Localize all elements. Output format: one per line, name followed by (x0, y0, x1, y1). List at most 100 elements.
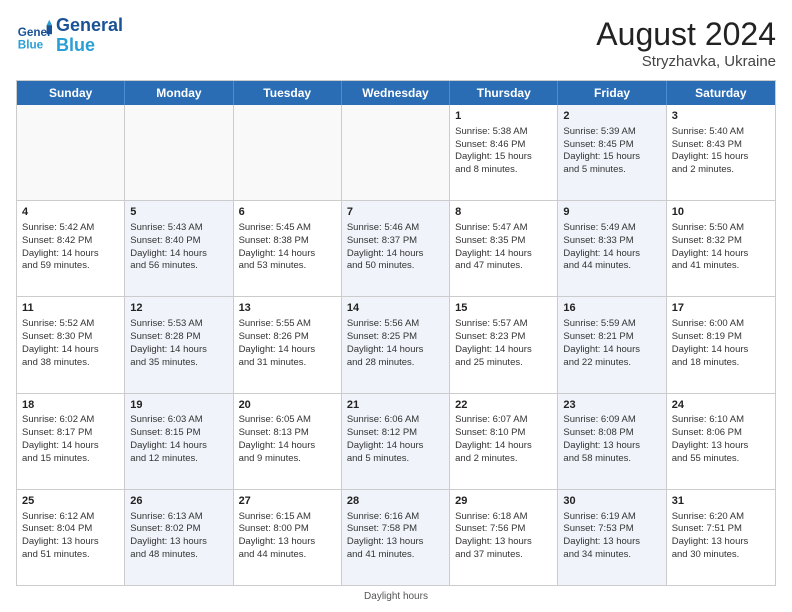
day-number: 19 (130, 398, 227, 413)
day-number: 6 (239, 205, 336, 220)
calendar-row: 11 Sunrise: 5:52 AM Sunset: 8:30 PM Dayli… (17, 296, 775, 392)
location: Stryzhavka, Ukraine (596, 53, 776, 70)
day-number: 25 (22, 494, 119, 509)
calendar-row: 18Sunrise: 6:02 AM Sunset: 8:17 PM Dayli… (17, 393, 775, 489)
day-info: Sunrise: 5:46 AM Sunset: 8:37 PM Dayligh… (347, 222, 444, 273)
calendar-cell: 7Sunrise: 5:46 AM Sunset: 8:37 PM Daylig… (342, 201, 450, 296)
calendar-cell: 23Sunrise: 6:09 AM Sunset: 8:08 PM Dayli… (558, 394, 666, 489)
day-number: 17 (672, 301, 770, 316)
day-info: Sunrise: 5:42 AM Sunset: 8:42 PM Dayligh… (22, 222, 119, 273)
calendar-cell: 18Sunrise: 6:02 AM Sunset: 8:17 PM Dayli… (17, 394, 125, 489)
title-block: August 2024 Stryzhavka, Ukraine (596, 16, 776, 70)
day-info: Sunrise: 6:20 AM Sunset: 7:51 PM Dayligh… (672, 511, 770, 562)
day-info: Sunrise: 5:59 AM Sunset: 8:21 PM Dayligh… (563, 318, 660, 369)
header: General Blue General Blue August 2024 St… (16, 16, 776, 70)
calendar-cell: 12 Sunrise: 5:53 AM Sunset: 8:28 PM Dayli… (125, 297, 233, 392)
calendar-cell: 6Sunrise: 5:45 AM Sunset: 8:38 PM Daylig… (234, 201, 342, 296)
day-info: Sunrise: 6:06 AM Sunset: 8:12 PM Dayligh… (347, 414, 444, 465)
calendar-cell: 30Sunrise: 6:19 AM Sunset: 7:53 PM Dayli… (558, 490, 666, 585)
day-number: 16 (563, 301, 660, 316)
calendar-cell: 22Sunrise: 6:07 AM Sunset: 8:10 PM Dayli… (450, 394, 558, 489)
day-number: 12 (130, 301, 227, 316)
day-info: Sunrise: 6:10 AM Sunset: 8:06 PM Dayligh… (672, 414, 770, 465)
calendar-cell: 14Sunrise: 5:56 AM Sunset: 8:25 PM Dayli… (342, 297, 450, 392)
svg-text:Blue: Blue (18, 38, 44, 51)
day-info: Sunrise: 5:47 AM Sunset: 8:35 PM Dayligh… (455, 222, 552, 273)
day-number: 27 (239, 494, 336, 509)
day-number: 31 (672, 494, 770, 509)
day-info: Sunrise: 5:40 AM Sunset: 8:43 PM Dayligh… (672, 126, 770, 177)
calendar-cell: 16 Sunrise: 5:59 AM Sunset: 8:21 PM Dayli… (558, 297, 666, 392)
calendar-header: SundayMondayTuesdayWednesdayThursdayFrid… (17, 81, 775, 105)
calendar-cell: 19Sunrise: 6:03 AM Sunset: 8:15 PM Dayli… (125, 394, 233, 489)
logo: General Blue General Blue (16, 16, 123, 56)
day-info: Sunrise: 6:09 AM Sunset: 8:08 PM Dayligh… (563, 414, 660, 465)
day-number: 28 (347, 494, 444, 509)
day-number: 2 (563, 109, 660, 124)
calendar-cell (342, 105, 450, 200)
calendar-cell: 5 Sunrise: 5:43 AM Sunset: 8:40 PM Daylig… (125, 201, 233, 296)
day-number: 8 (455, 205, 552, 220)
day-number: 5 (130, 205, 227, 220)
calendar-cell: 1Sunrise: 5:38 AM Sunset: 8:46 PM Daylig… (450, 105, 558, 200)
calendar-cell: 28 Sunrise: 6:16 AM Sunset: 7:58 PM Dayli… (342, 490, 450, 585)
day-info: Sunrise: 6:15 AM Sunset: 8:00 PM Dayligh… (239, 511, 336, 562)
calendar-cell: 10Sunrise: 5:50 AM Sunset: 8:32 PM Dayli… (667, 201, 775, 296)
calendar-cell: 25Sunrise: 6:12 AM Sunset: 8:04 PM Dayli… (17, 490, 125, 585)
calendar-cell (125, 105, 233, 200)
calendar-header-cell: Sunday (17, 81, 125, 105)
calendar-header-cell: Monday (125, 81, 233, 105)
day-info: Sunrise: 6:05 AM Sunset: 8:13 PM Dayligh… (239, 414, 336, 465)
logo-text: General Blue (56, 16, 123, 56)
day-info: Sunrise: 5:53 AM Sunset: 8:28 PM Dayligh… (130, 318, 227, 369)
calendar-cell: 2 Sunrise: 5:39 AM Sunset: 8:45 PM Daylig… (558, 105, 666, 200)
day-number: 24 (672, 398, 770, 413)
day-info: Sunrise: 5:50 AM Sunset: 8:32 PM Dayligh… (672, 222, 770, 273)
calendar-cell: 11 Sunrise: 5:52 AM Sunset: 8:30 PM Dayli… (17, 297, 125, 392)
calendar-cell: 31 Sunrise: 6:20 AM Sunset: 7:51 PM Dayli… (667, 490, 775, 585)
day-info: Sunrise: 6:07 AM Sunset: 8:10 PM Dayligh… (455, 414, 552, 465)
calendar-header-cell: Friday (558, 81, 666, 105)
calendar-cell: 20Sunrise: 6:05 AM Sunset: 8:13 PM Dayli… (234, 394, 342, 489)
month-year: August 2024 (596, 16, 776, 53)
calendar-cell: 27 Sunrise: 6:15 AM Sunset: 8:00 PM Dayli… (234, 490, 342, 585)
day-number: 20 (239, 398, 336, 413)
day-number: 26 (130, 494, 227, 509)
day-info: Sunrise: 5:56 AM Sunset: 8:25 PM Dayligh… (347, 318, 444, 369)
day-info: Sunrise: 5:49 AM Sunset: 8:33 PM Dayligh… (563, 222, 660, 273)
logo-icon: General Blue (16, 18, 52, 54)
day-info: Sunrise: 6:03 AM Sunset: 8:15 PM Dayligh… (130, 414, 227, 465)
day-info: Sunrise: 5:43 AM Sunset: 8:40 PM Dayligh… (130, 222, 227, 273)
day-info: Sunrise: 6:16 AM Sunset: 7:58 PM Dayligh… (347, 511, 444, 562)
day-number: 3 (672, 109, 770, 124)
calendar-cell: 17 Sunrise: 6:00 AM Sunset: 8:19 PM Dayli… (667, 297, 775, 392)
page: General Blue General Blue August 2024 St… (0, 0, 792, 612)
day-info: Sunrise: 5:57 AM Sunset: 8:23 PM Dayligh… (455, 318, 552, 369)
day-number: 13 (239, 301, 336, 316)
calendar-header-cell: Tuesday (234, 81, 342, 105)
day-info: Sunrise: 5:52 AM Sunset: 8:30 PM Dayligh… (22, 318, 119, 369)
calendar-header-cell: Wednesday (342, 81, 450, 105)
calendar-cell: 24Sunrise: 6:10 AM Sunset: 8:06 PM Dayli… (667, 394, 775, 489)
calendar-body: 1Sunrise: 5:38 AM Sunset: 8:46 PM Daylig… (17, 105, 775, 585)
calendar-cell (17, 105, 125, 200)
day-number: 21 (347, 398, 444, 413)
day-number: 23 (563, 398, 660, 413)
day-info: Sunrise: 6:13 AM Sunset: 8:02 PM Dayligh… (130, 511, 227, 562)
day-number: 15 (455, 301, 552, 316)
calendar-cell: 3 Sunrise: 5:40 AM Sunset: 8:43 PM Daylig… (667, 105, 775, 200)
day-number: 11 (22, 301, 119, 316)
day-info: Sunrise: 5:39 AM Sunset: 8:45 PM Dayligh… (563, 126, 660, 177)
calendar-header-cell: Thursday (450, 81, 558, 105)
day-info: Sunrise: 6:18 AM Sunset: 7:56 PM Dayligh… (455, 511, 552, 562)
day-number: 29 (455, 494, 552, 509)
day-number: 9 (563, 205, 660, 220)
day-number: 18 (22, 398, 119, 413)
calendar-cell: 26 Sunrise: 6:13 AM Sunset: 8:02 PM Dayli… (125, 490, 233, 585)
day-info: Sunrise: 5:38 AM Sunset: 8:46 PM Dayligh… (455, 126, 552, 177)
day-info: Sunrise: 6:00 AM Sunset: 8:19 PM Dayligh… (672, 318, 770, 369)
calendar: SundayMondayTuesdayWednesdayThursdayFrid… (16, 80, 776, 586)
calendar-cell: 29 Sunrise: 6:18 AM Sunset: 7:56 PM Dayli… (450, 490, 558, 585)
day-number: 4 (22, 205, 119, 220)
calendar-row: 1Sunrise: 5:38 AM Sunset: 8:46 PM Daylig… (17, 105, 775, 200)
